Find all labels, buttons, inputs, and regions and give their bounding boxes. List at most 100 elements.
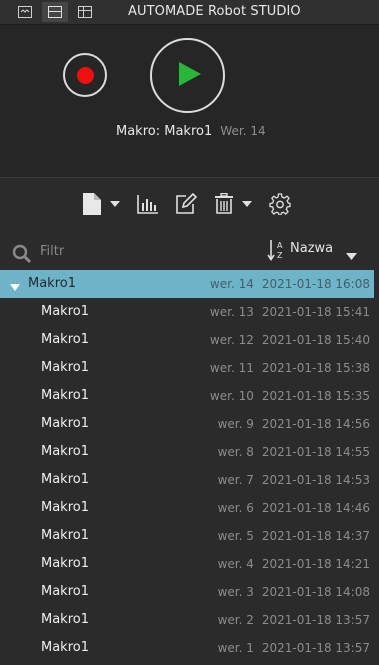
version-row[interactable]: Makro1 wer. 7 2021-01-18 14:53 xyxy=(0,466,374,494)
expand-caret-icon[interactable] xyxy=(10,280,20,295)
version-row[interactable]: Makro1 wer. 2 2021-01-18 13:57 xyxy=(0,606,374,634)
version-number: wer. 4 xyxy=(217,557,254,571)
version-name: Makro1 xyxy=(41,444,89,459)
edit-macro-button[interactable] xyxy=(175,191,197,217)
record-icon xyxy=(76,66,94,84)
version-date: 2021-01-18 14:53 xyxy=(261,473,370,487)
layout-split-button[interactable] xyxy=(42,2,68,22)
version-meta: wer. 12 2021-01-18 15:40 xyxy=(210,333,370,347)
version-date: 2021-01-18 14:55 xyxy=(261,445,370,459)
version-date: 2021-01-18 15:38 xyxy=(261,361,370,375)
player-panel: Makro: Makro1 Wer. 14 xyxy=(0,25,379,178)
version-name: Makro1 xyxy=(41,584,89,599)
version-row[interactable]: Makro1 wer. 13 2021-01-18 15:41 xyxy=(0,298,374,326)
version-meta: wer. 11 2021-01-18 15:38 xyxy=(210,361,370,375)
version-number: wer. 1 xyxy=(217,641,254,655)
play-icon xyxy=(172,60,203,92)
svg-text:Z: Z xyxy=(277,251,283,260)
version-name: Makro1 xyxy=(41,360,89,375)
version-date: 2021-01-18 13:57 xyxy=(261,641,370,655)
edit-icon xyxy=(175,193,197,215)
macro-version-list: Makro1 wer. 14 2021-01-18 16:08 Makro1 we… xyxy=(0,270,379,665)
chart-icon xyxy=(137,194,159,214)
layout-compact-icon xyxy=(18,6,32,18)
version-date: 2021-01-18 15:40 xyxy=(261,333,370,347)
current-macro-info: Makro: Makro1 Wer. 14 xyxy=(116,124,266,139)
version-number: wer. 13 xyxy=(209,305,254,319)
current-macro-label: Makro: Makro1 xyxy=(116,124,213,139)
version-row[interactable]: Makro1 wer. 8 2021-01-18 14:55 xyxy=(0,438,374,466)
version-date: 2021-01-18 15:35 xyxy=(261,389,370,403)
version-number: wer. 5 xyxy=(217,529,254,543)
version-name: Makro1 xyxy=(41,304,89,319)
version-name: Makro1 xyxy=(41,612,89,627)
version-date: 2021-01-18 14:21 xyxy=(261,557,370,571)
statistics-button[interactable] xyxy=(137,191,159,217)
version-meta: wer. 3 2021-01-18 14:08 xyxy=(218,585,370,599)
version-meta: wer. 8 2021-01-18 14:55 xyxy=(218,445,370,459)
version-date: 2021-01-18 14:46 xyxy=(261,501,370,515)
version-meta: wer. 5 2021-01-18 14:37 xyxy=(218,529,370,543)
version-date: 2021-01-18 14:08 xyxy=(261,585,370,599)
version-name: Makro1 xyxy=(41,500,89,515)
window-title: AUTOMADE Robot STUDIO xyxy=(128,4,301,19)
search-icon xyxy=(12,244,32,268)
play-button[interactable] xyxy=(150,38,225,113)
sort-az-icon[interactable]: A Z xyxy=(267,238,287,266)
macro-tree-parent-row[interactable]: Makro1 wer. 14 2021-01-18 16:08 xyxy=(0,270,374,298)
version-name: Makro1 xyxy=(41,640,89,655)
macro-date: 2021-01-18 16:08 xyxy=(261,277,370,291)
version-date: 2021-01-18 14:37 xyxy=(261,529,370,543)
macro-name: Makro1 xyxy=(28,276,76,291)
new-macro-dropdown-icon xyxy=(110,201,120,207)
version-meta: wer. 13 2021-01-18 15:41 xyxy=(210,305,370,319)
record-button[interactable] xyxy=(63,53,107,97)
svg-text:A: A xyxy=(277,241,283,250)
version-row[interactable]: Makro1 wer. 4 2021-01-18 14:21 xyxy=(0,550,374,578)
version-number: wer. 3 xyxy=(217,585,254,599)
version-date: 2021-01-18 15:41 xyxy=(261,305,370,319)
version-name: Makro1 xyxy=(41,472,89,487)
version-name: Makro1 xyxy=(41,416,89,431)
layout-compact-button[interactable] xyxy=(12,2,38,22)
version-meta: wer. 1 2021-01-18 13:57 xyxy=(218,641,370,655)
version-meta: wer. 6 2021-01-18 14:46 xyxy=(218,501,370,515)
new-file-icon xyxy=(82,192,102,216)
version-row[interactable]: Makro1 wer. 10 2021-01-18 15:35 xyxy=(0,382,374,410)
version-meta: wer. 4 2021-01-18 14:21 xyxy=(218,557,370,571)
layout-grid-button[interactable] xyxy=(72,2,98,22)
delete-macro-button[interactable] xyxy=(214,191,252,217)
version-name: Makro1 xyxy=(41,556,89,571)
sort-dropdown-icon[interactable] xyxy=(346,245,357,264)
version-row[interactable]: Makro1 wer. 3 2021-01-18 14:08 xyxy=(0,578,374,606)
filter-input[interactable] xyxy=(38,239,222,263)
version-meta: wer. 10 2021-01-18 15:35 xyxy=(210,389,370,403)
version-row[interactable]: Makro1 wer. 11 2021-01-18 15:38 xyxy=(0,354,374,382)
version-number: wer. 11 xyxy=(209,361,254,375)
new-macro-button[interactable] xyxy=(82,191,120,217)
version-row[interactable]: Makro1 wer. 12 2021-01-18 15:40 xyxy=(0,326,374,354)
version-row[interactable]: Makro1 wer. 5 2021-01-18 14:37 xyxy=(0,522,374,550)
version-number: wer. 6 xyxy=(217,501,254,515)
version-number: wer. 9 xyxy=(217,417,254,431)
filter-row: A Z Nazwa xyxy=(0,230,379,270)
version-meta: wer. 9 2021-01-18 14:56 xyxy=(218,417,370,431)
trash-icon xyxy=(214,193,234,215)
version-number: wer. 10 xyxy=(209,389,254,403)
version-number: wer. 2 xyxy=(217,613,254,627)
list-scrollbar[interactable] xyxy=(374,270,379,665)
version-row[interactable]: Makro1 wer. 6 2021-01-18 14:46 xyxy=(0,494,374,522)
delete-dropdown-icon xyxy=(242,201,252,207)
version-date: 2021-01-18 13:57 xyxy=(261,613,370,627)
settings-button[interactable] xyxy=(269,191,291,217)
version-row[interactable]: Makro1 wer. 9 2021-01-18 14:56 xyxy=(0,410,374,438)
sort-field-label[interactable]: Nazwa xyxy=(290,241,333,256)
version-date: 2021-01-18 14:56 xyxy=(261,417,370,431)
version-row[interactable]: Makro1 wer. 1 2021-01-18 13:57 xyxy=(0,634,374,662)
settings-icon xyxy=(269,193,291,215)
version-meta: wer. 7 2021-01-18 14:53 xyxy=(218,473,370,487)
title-bar: AUTOMADE Robot STUDIO xyxy=(0,0,379,25)
macro-toolbar xyxy=(0,178,379,228)
version-number: wer. 12 xyxy=(209,333,254,347)
layout-split-icon xyxy=(48,6,62,18)
